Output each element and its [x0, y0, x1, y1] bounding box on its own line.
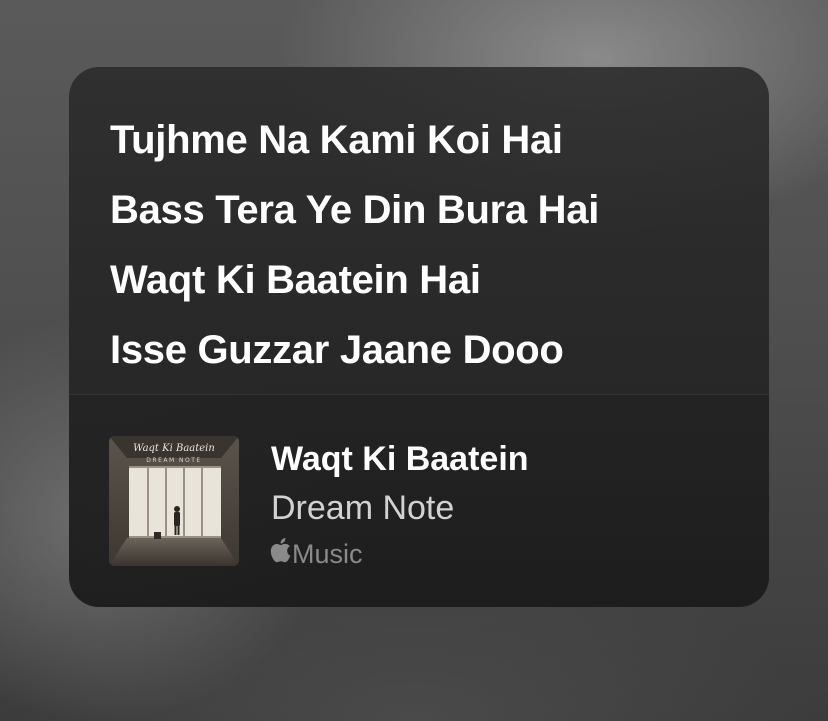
apple-logo-icon: [269, 537, 292, 571]
lyrics-share-card: Tujhme Na Kami Koi Hai Bass Tera Ye Din …: [69, 67, 769, 607]
album-artwork-image: Waqt Ki Baatein DREAM NOTE: [109, 436, 239, 566]
service-label: Music: [292, 539, 363, 569]
apple-music-label: Music: [269, 537, 363, 571]
lyric-line: Waqt Ki Baatein Hai: [110, 258, 481, 302]
artwork-title-text: Waqt Ki Baatein: [133, 443, 215, 454]
lyric-line: Isse Guzzar Jaane Dooo: [110, 328, 564, 372]
song-title: Waqt Ki Baatein: [271, 440, 529, 478]
album-artwork[interactable]: Waqt Ki Baatein DREAM NOTE: [109, 436, 239, 566]
artwork-subtitle-text: DREAM NOTE: [146, 457, 201, 464]
lyric-line: Bass Tera Ye Din Bura Hai: [110, 188, 600, 232]
artist-name: Dream Note: [271, 489, 455, 527]
lyric-line: Tujhme Na Kami Koi Hai: [110, 118, 563, 162]
lyrics-block: Tujhme Na Kami Koi Hai Bass Tera Ye Din …: [110, 105, 749, 385]
